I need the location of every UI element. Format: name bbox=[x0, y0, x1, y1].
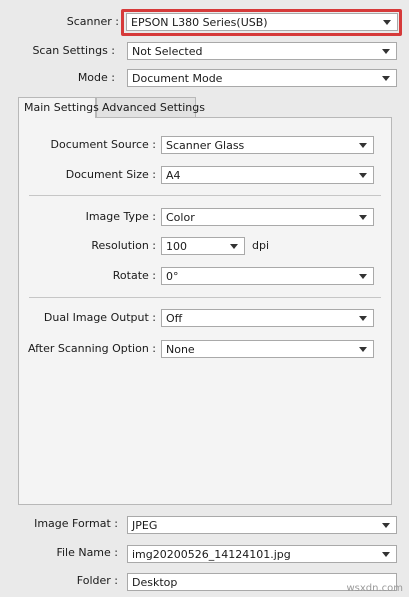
resolution-row: Resolution : 100 dpi bbox=[19, 235, 391, 257]
divider bbox=[29, 297, 381, 298]
document-source-value: Scanner Glass bbox=[166, 139, 245, 152]
document-size-value: A4 bbox=[166, 169, 181, 182]
dual-image-output-select[interactable]: Off bbox=[161, 309, 374, 327]
image-type-value: Color bbox=[166, 211, 195, 224]
image-format-value: JPEG bbox=[132, 519, 158, 532]
document-size-select[interactable]: A4 bbox=[161, 166, 374, 184]
scan-settings-select[interactable]: Not Selected bbox=[127, 42, 397, 60]
image-format-label: Image Format : bbox=[34, 517, 118, 530]
file-name-row: File Name : img20200526_14124101.jpg bbox=[0, 542, 409, 564]
main-settings-panel: Document Source : Scanner Glass Document… bbox=[18, 117, 392, 505]
chevron-down-icon bbox=[359, 143, 367, 148]
tab-advanced-settings[interactable]: Advanced Settings bbox=[96, 97, 205, 117]
chevron-down-icon bbox=[382, 523, 390, 528]
chevron-down-icon bbox=[359, 274, 367, 279]
chevron-down-icon bbox=[382, 49, 390, 54]
mode-select[interactable]: Document Mode bbox=[127, 69, 397, 87]
resolution-select[interactable]: 100 bbox=[161, 237, 245, 255]
resolution-value: 100 bbox=[166, 240, 187, 253]
tab-main-settings[interactable]: Main Settings bbox=[18, 97, 99, 118]
file-name-label: File Name : bbox=[56, 546, 118, 559]
chevron-down-icon bbox=[359, 316, 367, 321]
watermark: wsxdn.com bbox=[346, 583, 403, 594]
rotate-row: Rotate : 0° bbox=[19, 265, 391, 287]
after-scanning-label: After Scanning Option : bbox=[27, 342, 156, 355]
chevron-down-icon bbox=[382, 76, 390, 81]
folder-label: Folder : bbox=[76, 574, 118, 587]
mode-row: Mode : Document Mode bbox=[0, 67, 409, 89]
scan-settings-value: Not Selected bbox=[132, 45, 203, 58]
dual-image-output-label: Dual Image Output : bbox=[43, 311, 156, 324]
image-format-row: Image Format : JPEG bbox=[0, 513, 409, 535]
chevron-down-icon bbox=[382, 552, 390, 557]
image-format-select[interactable]: JPEG bbox=[127, 516, 397, 534]
image-type-row: Image Type : Color bbox=[19, 206, 391, 228]
mode-label: Mode : bbox=[77, 71, 115, 84]
file-name-select[interactable]: img20200526_14124101.jpg bbox=[127, 545, 397, 563]
scan-settings-row: Scan Settings : Not Selected bbox=[0, 40, 409, 62]
document-source-label: Document Source : bbox=[50, 138, 156, 151]
scanner-label: Scanner : bbox=[66, 15, 119, 28]
after-scanning-row: After Scanning Option : None bbox=[19, 338, 391, 360]
rotate-value: 0° bbox=[166, 270, 179, 283]
resolution-label: Resolution : bbox=[91, 239, 156, 252]
after-scanning-select[interactable]: None bbox=[161, 340, 374, 358]
dual-image-output-row: Dual Image Output : Off bbox=[19, 307, 391, 329]
document-size-label: Document Size : bbox=[65, 168, 156, 181]
image-type-select[interactable]: Color bbox=[161, 208, 374, 226]
after-scanning-value: None bbox=[166, 343, 195, 356]
chevron-down-icon bbox=[359, 173, 367, 178]
chevron-down-icon bbox=[359, 347, 367, 352]
document-source-select[interactable]: Scanner Glass bbox=[161, 136, 374, 154]
document-source-row: Document Source : Scanner Glass bbox=[19, 134, 391, 156]
image-type-label: Image Type : bbox=[85, 210, 156, 223]
mode-value: Document Mode bbox=[132, 72, 223, 85]
file-name-value: img20200526_14124101.jpg bbox=[132, 548, 291, 561]
chevron-down-icon bbox=[230, 244, 238, 249]
document-size-row: Document Size : A4 bbox=[19, 164, 391, 186]
chevron-down-icon bbox=[359, 215, 367, 220]
rotate-select[interactable]: 0° bbox=[161, 267, 374, 285]
scanner-highlight bbox=[121, 9, 402, 36]
dual-image-output-value: Off bbox=[166, 312, 183, 325]
divider bbox=[29, 195, 381, 196]
rotate-label: Rotate : bbox=[112, 269, 156, 282]
scan-settings-label: Scan Settings : bbox=[32, 44, 115, 57]
folder-value: Desktop bbox=[132, 576, 178, 589]
resolution-unit: dpi bbox=[252, 239, 270, 252]
